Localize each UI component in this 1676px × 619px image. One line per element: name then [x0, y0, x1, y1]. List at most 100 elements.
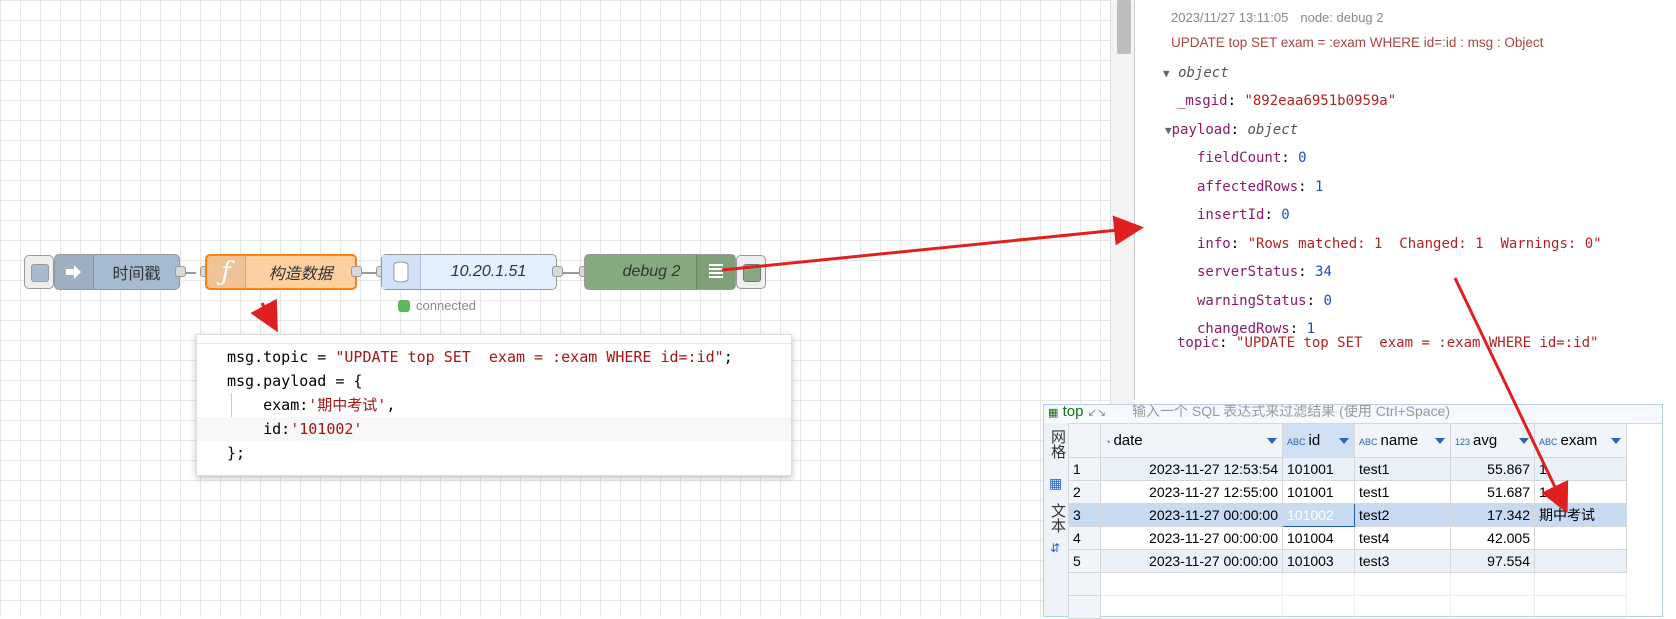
database-icon — [382, 255, 421, 289]
mysql-node-label: 10.20.1.51 — [450, 263, 527, 280]
tree-field-serverStatus: serverStatus: 34 — [1197, 264, 1332, 280]
sort-dropdown-icon[interactable] — [1339, 438, 1349, 444]
inject-node[interactable]: 时间戳 — [54, 254, 180, 290]
column-header-id[interactable]: ABC id — [1282, 423, 1355, 458]
function-icon: ƒ — [207, 256, 246, 288]
row-number[interactable]: 2 — [1068, 480, 1101, 504]
row-number[interactable]: 4 — [1068, 526, 1101, 550]
clock-icon: ◔ — [1105, 437, 1111, 447]
inject-arrow-icon — [55, 255, 94, 289]
code-line-2: msg.payload = { — [227, 372, 363, 390]
debug-node[interactable]: debug 2 — [584, 254, 736, 290]
cell-id[interactable]: 101004 — [1282, 526, 1355, 550]
cell-avg[interactable]: 55.867 — [1450, 457, 1535, 481]
tab-text[interactable]: 文本 — [1047, 503, 1068, 533]
function-code-popup: msg.topic = "UPDATE top SET exam = :exam… — [196, 334, 792, 476]
debug-list-icon — [696, 255, 735, 289]
mysql-output-port[interactable] — [552, 266, 563, 277]
function-node-label: 构造数据 — [268, 266, 333, 283]
tree-field-insertId: insertId: 0 — [1197, 207, 1290, 223]
cell-id[interactable]: 101001 — [1282, 457, 1355, 481]
function-node[interactable]: ƒ 构造数据 — [205, 254, 357, 290]
column-header-exam[interactable]: ABC exam — [1534, 423, 1627, 458]
row-number[interactable]: 1 — [1068, 457, 1101, 481]
tree-field-affectedRows: affectedRows: 1 — [1197, 178, 1324, 195]
type-icon: ABC — [1287, 437, 1306, 447]
tree-field-warningStatus: warningStatus: 0 — [1197, 292, 1332, 309]
cell-exam[interactable]: 1 — [1534, 457, 1627, 481]
expand-triangle-icon[interactable]: ▼ — [1163, 67, 1170, 80]
inject-output-port[interactable] — [175, 266, 186, 277]
cell-name[interactable]: test1 — [1354, 480, 1451, 504]
cell-exam[interactable]: 1 — [1534, 480, 1627, 504]
column-header-avg[interactable]: 123 avg — [1450, 423, 1535, 458]
cell-name[interactable]: test4 — [1354, 526, 1451, 550]
sort-dropdown-icon[interactable] — [1435, 438, 1445, 444]
expand-triangle-icon[interactable]: ▼ — [1165, 124, 1172, 137]
code-line-4: id:'101002' — [197, 417, 791, 441]
flow-canvas[interactable]: 时间戳 ƒ 构造数据 10.20.1.51 connected debug 2 … — [0, 0, 1110, 617]
cell-date[interactable]: 2023-11-27 00:00:00 — [1100, 503, 1283, 527]
column-header-name[interactable]: ABC name — [1354, 423, 1451, 458]
mysql-status-text: connected — [416, 298, 476, 313]
cell-name[interactable]: test3 — [1354, 549, 1451, 573]
inject-node-label: 时间戳 — [112, 266, 161, 283]
grid-side-tabs: 网格 ▦ 文本 ⇵ — [1044, 423, 1069, 616]
cell-date[interactable]: 2023-11-27 00:00:00 — [1100, 549, 1283, 573]
mysql-status: connected — [398, 298, 476, 313]
code-line-1: msg.topic = "UPDATE top SET exam = :exam… — [227, 348, 733, 366]
cell-name[interactable]: test2 — [1354, 503, 1451, 527]
debug-node-label: debug 2 — [622, 263, 681, 280]
debug-node-ref[interactable]: node: debug 2 — [1300, 10, 1383, 25]
cell-exam[interactable] — [1534, 526, 1627, 550]
debug-toggle-icon — [743, 264, 761, 282]
sort-dropdown-icon[interactable] — [1519, 438, 1529, 444]
cell-name[interactable]: test1 — [1354, 457, 1451, 481]
table-row[interactable]: 3 2023-11-27 00:00:00 101002 test2 17.342 期中考… — [1068, 503, 1627, 527]
row-number-header[interactable] — [1068, 423, 1101, 458]
table-name: ▦ top ↙↘ — [1048, 405, 1107, 420]
row-number[interactable]: 5 — [1068, 549, 1101, 573]
filter-bar[interactable]: ▦ top ↙↘ 输入一个 SQL 表达式来过滤结果 (使用 Ctrl+Spac… — [1044, 405, 1662, 424]
sort-dropdown-icon[interactable] — [1611, 438, 1621, 444]
cell-avg[interactable]: 97.554 — [1450, 549, 1535, 573]
tree-root[interactable]: ▼ object — [1163, 65, 1229, 81]
result-table: ◔ date ABC id ABC name 123 avg ABC exam 1 2023-11-… — [1068, 423, 1627, 619]
cell-date[interactable]: 2023-11-27 00:00:00 — [1100, 526, 1283, 550]
cell-avg[interactable]: 17.342 — [1450, 503, 1535, 527]
tree-field-fieldCount: fieldCount: 0 — [1197, 150, 1307, 166]
debug-message-topic: UPDATE top SET exam = :exam WHERE id=:id… — [1171, 35, 1544, 50]
table-row[interactable]: 2 2023-11-27 12:55:00 101001 test1 51.687 1 — [1068, 480, 1627, 504]
filter-input[interactable]: 输入一个 SQL 表达式来过滤结果 (使用 Ctrl+Space) — [1132, 405, 1450, 421]
cell-date[interactable]: 2023-11-27 12:53:54 — [1100, 457, 1283, 481]
tree-field-info: info: "Rows matched: 1 Changed: 1 Warnin… — [1197, 235, 1602, 252]
mysql-node[interactable]: 10.20.1.51 — [381, 254, 557, 290]
grid-icon: ▦ — [1049, 475, 1063, 491]
tree-topic: topic: "UPDATE top SET exam = :exam WHER… — [1177, 335, 1599, 351]
cell-id[interactable]: 101001 — [1282, 480, 1355, 504]
sort-dropdown-icon[interactable] — [1267, 438, 1277, 444]
row-number[interactable]: 3 — [1068, 503, 1101, 527]
cell-exam[interactable]: 期中考试 — [1534, 503, 1627, 527]
cell-exam[interactable] — [1534, 549, 1627, 573]
function-output-port[interactable] — [351, 266, 362, 277]
type-icon: ABC — [1539, 437, 1558, 447]
cell-avg[interactable]: 42.005 — [1450, 526, 1535, 550]
inject-trigger-button[interactable] — [24, 255, 54, 289]
debug-toggle-button[interactable] — [736, 255, 766, 289]
tab-grid[interactable]: 网格 — [1047, 429, 1068, 459]
debug-timestamp: 2023/11/27 13:11:05 — [1171, 10, 1289, 25]
column-header-date[interactable]: ◔ date — [1100, 423, 1283, 458]
table-row[interactable]: 1 2023-11-27 12:53:54 101001 test1 55.867 1 — [1068, 457, 1627, 481]
debug-sidebar: 2023/11/27 13:11:05 node: debug 2 UPDATE … — [1134, 0, 1676, 400]
cell-date[interactable]: 2023-11-27 12:55:00 — [1100, 480, 1283, 504]
empty-row — [1068, 572, 1627, 596]
canvas-scroll-thumb[interactable] — [1117, 0, 1131, 54]
tree-payload[interactable]: ▼payload: object — [1165, 122, 1298, 138]
cell-id[interactable]: 101003 — [1282, 549, 1355, 573]
cell-avg[interactable]: 51.687 — [1450, 480, 1535, 504]
type-icon: ABC — [1359, 437, 1378, 447]
table-row[interactable]: 4 2023-11-27 00:00:00 101004 test4 42.005 — [1068, 526, 1627, 550]
cell-id[interactable]: 101002 — [1282, 503, 1355, 527]
table-row[interactable]: 5 2023-11-27 00:00:00 101003 test3 97.554 — [1068, 549, 1627, 573]
